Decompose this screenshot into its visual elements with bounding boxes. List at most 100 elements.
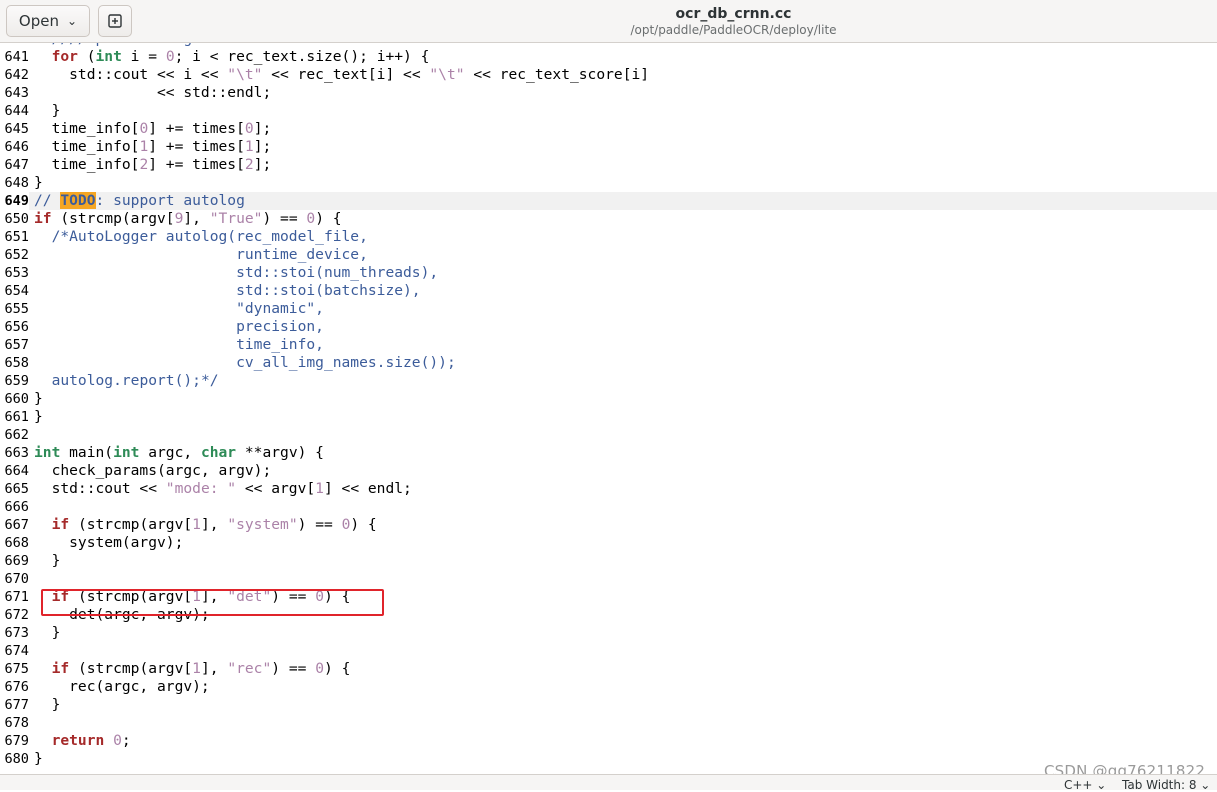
- code-line[interactable]: 665 std::cout << "mode: " << argv[1] << …: [0, 480, 1217, 498]
- code-token: system(argv);: [34, 534, 184, 551]
- line-number: 677: [0, 696, 29, 714]
- code-token: : support autolog: [95, 192, 245, 209]
- line-code: // TODO: support autolog: [34, 192, 245, 210]
- code-line[interactable]: 642 std::cout << i << "\t" << rec_text[i…: [0, 66, 1217, 84]
- code-token: }: [34, 750, 43, 767]
- code-line[interactable]: 678: [0, 714, 1217, 732]
- line-number: 643: [0, 84, 29, 102]
- code-line[interactable]: 674: [0, 642, 1217, 660]
- line-number: 659: [0, 372, 29, 390]
- code-line[interactable]: 663 int main(int argc, char **argv) {: [0, 444, 1217, 462]
- code-token: "rec": [227, 660, 272, 677]
- code-line[interactable]: 645 time_info[0] += times[0];: [0, 120, 1217, 138]
- line-code: time_info[2] += times[2];: [34, 156, 272, 174]
- language-selector[interactable]: C++ ⌄: [1064, 778, 1106, 792]
- code-token: }: [34, 102, 61, 119]
- line-code: int main(int argc, char **argv) {: [34, 444, 324, 462]
- line-number: 666: [0, 498, 29, 516]
- code-token: std::stoi(batchsize),: [34, 282, 421, 299]
- code-line[interactable]: 675 if (strcmp(argv[1], "rec") == 0) {: [0, 660, 1217, 678]
- line-number: 651: [0, 228, 29, 246]
- line-code: }: [34, 624, 61, 642]
- line-code: }: [34, 696, 61, 714]
- window-title-area: ocr_db_crnn.cc /opt/paddle/PaddleOCR/dep…: [0, 5, 1217, 38]
- line-number: 674: [0, 642, 29, 660]
- line-code: rec(argc, argv);: [34, 678, 210, 696]
- code-token: cv_all_img_names.size());: [34, 354, 456, 371]
- code-token: if: [34, 210, 52, 227]
- code-token: if: [51, 660, 70, 677]
- code-line[interactable]: 667 if (strcmp(argv[1], "system") == 0) …: [0, 516, 1217, 534]
- code-line[interactable]: 658 cv_all_img_names.size());: [0, 354, 1217, 372]
- new-tab-button[interactable]: [98, 5, 132, 37]
- code-line[interactable]: 647 time_info[2] += times[2];: [0, 156, 1217, 174]
- code-token: (: [77, 48, 96, 65]
- code-line[interactable]: 666: [0, 498, 1217, 516]
- code-line[interactable]: 664 check_params(argc, argv);: [0, 462, 1217, 480]
- code-line[interactable]: 668 system(argv);: [0, 534, 1217, 552]
- tab-width-selector[interactable]: Tab Width: 8 ⌄: [1122, 778, 1210, 792]
- code-token: ];: [253, 156, 272, 173]
- code-token: (strcmp(argv[: [69, 660, 193, 677]
- code-token: TODO: [60, 192, 96, 209]
- code-line[interactable]: 648}: [0, 174, 1217, 192]
- code-line[interactable]: 679 return 0;: [0, 732, 1217, 750]
- code-token: 1: [192, 516, 201, 533]
- code-token: int: [113, 444, 140, 461]
- code-token: precision,: [34, 318, 324, 335]
- code-line[interactable]: 660}: [0, 390, 1217, 408]
- code-line[interactable]: 673 }: [0, 624, 1217, 642]
- code-token: }: [34, 624, 61, 641]
- line-code: time_info,: [34, 336, 324, 354]
- code-line[interactable]: 661}: [0, 408, 1217, 426]
- code-line[interactable]: 646 time_info[1] += times[1];: [0, 138, 1217, 156]
- code-line[interactable]: 677 }: [0, 696, 1217, 714]
- code-line[interactable]: 655 "dynamic",: [0, 300, 1217, 318]
- code-line[interactable]: 659 autolog.report();*/: [0, 372, 1217, 390]
- code-line[interactable]: 641 for (int i = 0; i < rec_text.size();…: [0, 48, 1217, 66]
- code-line[interactable]: 657 time_info,: [0, 336, 1217, 354]
- code-token: std::cout <<: [34, 480, 166, 497]
- chevron-down-icon: ⌄: [67, 14, 78, 28]
- code-token: 2: [139, 156, 149, 173]
- code-token: ];: [253, 138, 272, 155]
- code-line[interactable]: 653 std::stoi(num_threads),: [0, 264, 1217, 282]
- code-line[interactable]: 676 rec(argc, argv);: [0, 678, 1217, 696]
- code-line[interactable]: 644 }: [0, 102, 1217, 120]
- line-code: }: [34, 102, 61, 120]
- code-token: ] += times[: [148, 120, 245, 137]
- code-token: rec(argc, argv);: [34, 678, 210, 695]
- code-token: ;: [121, 732, 131, 749]
- code-line[interactable]: 656 precision,: [0, 318, 1217, 336]
- code-line[interactable]: 643 << std::endl;: [0, 84, 1217, 102]
- line-number: 676: [0, 678, 29, 696]
- line-number: 661: [0, 408, 29, 426]
- window-title: ocr_db_crnn.cc: [675, 6, 792, 22]
- code-token: ];: [253, 120, 272, 137]
- code-token: char: [200, 444, 237, 461]
- code-line[interactable]: 670: [0, 570, 1217, 588]
- code-token: 0: [139, 120, 149, 137]
- code-token: check_params(argc, argv);: [34, 462, 272, 479]
- open-button[interactable]: Open ⌄: [6, 5, 90, 37]
- code-line[interactable]: 669 }: [0, 552, 1217, 570]
- code-line[interactable]: 649 // TODO: support autolog: [0, 192, 1217, 210]
- code-line[interactable]: 662: [0, 426, 1217, 444]
- line-code: for (int i = 0; i < rec_text.size(); i++…: [34, 48, 430, 66]
- line-number: 671: [0, 588, 29, 606]
- code-token: ) {: [315, 210, 342, 227]
- code-token: << rec_text_score[i]: [464, 66, 650, 83]
- code-line[interactable]: 650 if (strcmp(argv[9], "True") == 0) {: [0, 210, 1217, 228]
- code-token: std::stoi(num_threads),: [34, 264, 439, 281]
- line-number: 679: [0, 732, 29, 750]
- code-token: }: [34, 552, 61, 569]
- code-line[interactable]: 652 runtime_device,: [0, 246, 1217, 264]
- code-line[interactable]: 680}: [0, 750, 1217, 768]
- line-code: std::cout << i << "\t" << rec_text[i] <<…: [34, 66, 649, 84]
- line-number: 665: [0, 480, 29, 498]
- line-code: std::cout << "mode: " << argv[1] << endl…: [34, 480, 412, 498]
- code-line[interactable]: 651 /*AutoLogger autolog(rec_model_file,: [0, 228, 1217, 246]
- code-token: ) ==: [262, 210, 307, 227]
- code-editor[interactable]: 640 //// print recognized text641 for (i…: [0, 43, 1217, 774]
- code-line[interactable]: 654 std::stoi(batchsize),: [0, 282, 1217, 300]
